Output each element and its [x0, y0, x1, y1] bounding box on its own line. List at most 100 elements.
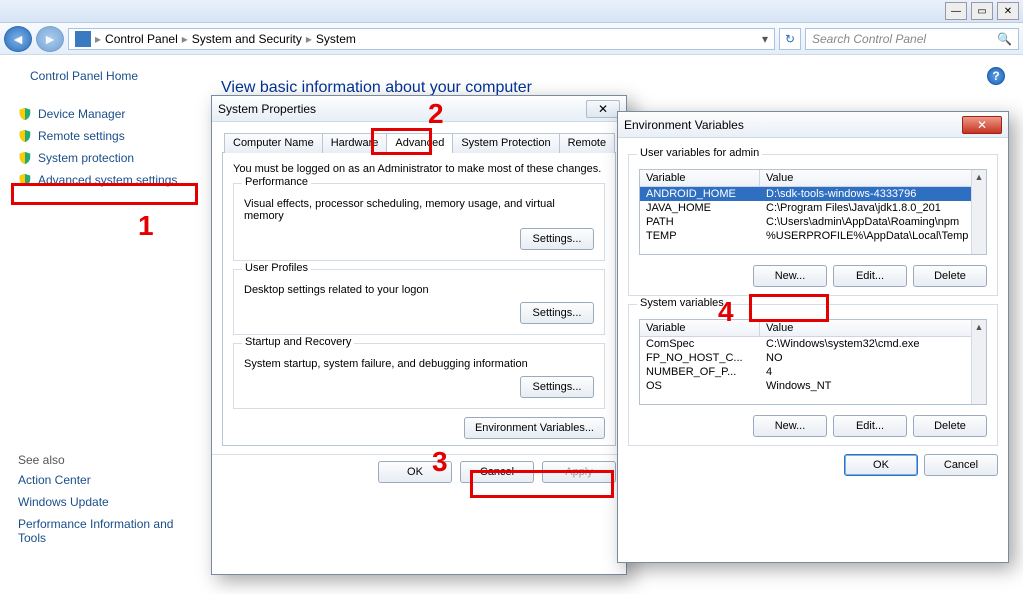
sidebar: Control Panel Home Device Manager Remote…: [0, 55, 201, 594]
startup-recovery-group: Startup and Recovery System startup, sys…: [233, 343, 605, 409]
user-profiles-group: User Profiles Desktop settings related t…: [233, 269, 605, 335]
system-edit-button[interactable]: Edit...: [833, 415, 907, 437]
sidebar-item-windows-update[interactable]: Windows Update: [0, 491, 201, 513]
address-bar[interactable]: ▸ Control Panel ▸ System and Security ▸ …: [68, 28, 775, 50]
list-row[interactable]: ANDROID_HOMED:\sdk-tools-windows-4333796: [640, 187, 986, 201]
refresh-button[interactable]: ↻: [779, 28, 801, 50]
list-row[interactable]: ComSpecC:\Windows\system32\cmd.exe: [640, 337, 986, 351]
chevron-right-icon: ▸: [306, 32, 312, 46]
dialog-title: System Properties: [218, 102, 316, 116]
list-row[interactable]: PATHC:\Users\admin\AppData\Roaming\npm: [640, 215, 986, 229]
sidebar-item-label: Advanced system settings: [38, 173, 177, 187]
tab-remote[interactable]: Remote: [559, 133, 616, 153]
performance-desc: Visual effects, processor scheduling, me…: [244, 198, 594, 222]
list-row[interactable]: NUMBER_OF_P...4: [640, 365, 986, 379]
performance-settings-button[interactable]: Settings...: [520, 228, 594, 250]
group-legend: Startup and Recovery: [242, 336, 354, 348]
annotation-marker-3: 3: [432, 446, 448, 478]
group-legend: Performance: [242, 176, 311, 188]
tab-hardware[interactable]: Hardware: [322, 133, 388, 153]
user-edit-button[interactable]: Edit...: [833, 265, 907, 287]
sidebar-item-action-center[interactable]: Action Center: [0, 469, 201, 491]
dialog-footer: OK Cancel Apply: [212, 454, 626, 489]
shield-icon: [18, 107, 32, 121]
environment-variables-button[interactable]: Environment Variables...: [464, 417, 605, 439]
dialog-titlebar: System Properties ✕: [212, 96, 626, 122]
annotation-marker-2: 2: [428, 98, 444, 130]
see-also-heading: See also: [0, 445, 201, 469]
sidebar-item-label: Remote settings: [38, 129, 125, 143]
shield-icon: [18, 151, 32, 165]
sidebar-item-device-manager[interactable]: Device Manager: [0, 103, 201, 125]
forward-button[interactable]: ►: [36, 26, 64, 52]
profiles-settings-button[interactable]: Settings...: [520, 302, 594, 324]
startup-desc: System startup, system failure, and debu…: [244, 358, 594, 370]
system-delete-button[interactable]: Delete: [913, 415, 987, 437]
breadcrumb[interactable]: System: [316, 32, 356, 46]
sidebar-item-label: Performance Information and Tools: [18, 517, 191, 545]
column-value[interactable]: Value: [760, 320, 986, 336]
annotation-marker-1: 1: [138, 210, 154, 242]
back-button[interactable]: ◄: [4, 26, 32, 52]
column-variable[interactable]: Variable: [640, 320, 760, 336]
annotation-marker-4: 4: [718, 296, 734, 328]
sidebar-item-advanced-system-settings[interactable]: Advanced system settings: [0, 169, 201, 191]
sidebar-item-performance-info[interactable]: Performance Information and Tools: [0, 513, 201, 549]
close-button[interactable]: ✕: [997, 2, 1019, 20]
profiles-desc: Desktop settings related to your logon: [244, 284, 594, 296]
user-variables-list[interactable]: Variable Value ANDROID_HOMED:\sdk-tools-…: [639, 169, 987, 255]
sidebar-item-label: Windows Update: [18, 495, 109, 509]
apply-button[interactable]: Apply: [542, 461, 616, 483]
minimize-button[interactable]: —: [945, 2, 967, 20]
cancel-button[interactable]: Cancel: [460, 461, 534, 483]
tab-system-protection[interactable]: System Protection: [452, 133, 559, 153]
chevron-right-icon: ▸: [182, 32, 188, 46]
search-placeholder: Search Control Panel: [812, 32, 926, 46]
user-delete-button[interactable]: Delete: [913, 265, 987, 287]
tab-computer-name[interactable]: Computer Name: [224, 133, 323, 153]
list-row[interactable]: TEMP%USERPROFILE%\AppData\Local\Temp: [640, 229, 986, 243]
tabstrip: Computer Name Hardware Advanced System P…: [222, 132, 616, 153]
close-button[interactable]: ✕: [962, 116, 1002, 134]
close-button[interactable]: ✕: [586, 100, 620, 118]
group-legend: User Profiles: [242, 262, 311, 274]
group-legend: System variables: [637, 297, 727, 309]
list-row[interactable]: FP_NO_HOST_C...NO: [640, 351, 986, 365]
shield-icon: [18, 173, 32, 187]
location-icon: [75, 31, 91, 47]
shield-icon: [18, 129, 32, 143]
toolbar: ◄ ► ▸ Control Panel ▸ System and Securit…: [0, 23, 1023, 55]
list-header: Variable Value: [640, 320, 986, 337]
search-input[interactable]: Search Control Panel 🔍: [805, 28, 1019, 50]
sidebar-item-system-protection[interactable]: System protection: [0, 147, 201, 169]
list-row[interactable]: JAVA_HOMEC:\Program Files\Java\jdk1.8.0_…: [640, 201, 986, 215]
maximize-button[interactable]: ▭: [971, 2, 993, 20]
startup-settings-button[interactable]: Settings...: [520, 376, 594, 398]
list-row[interactable]: OSWindows_NT: [640, 379, 986, 393]
tab-advanced[interactable]: Advanced: [386, 133, 453, 153]
system-new-button[interactable]: New...: [753, 415, 827, 437]
breadcrumb[interactable]: Control Panel: [105, 32, 178, 46]
column-variable[interactable]: Variable: [640, 170, 760, 186]
cancel-button[interactable]: Cancel: [924, 454, 998, 476]
scrollbar[interactable]: ▲: [971, 320, 986, 404]
sidebar-item-label: System protection: [38, 151, 134, 165]
breadcrumb[interactable]: System and Security: [192, 32, 302, 46]
help-icon[interactable]: ?: [987, 67, 1005, 85]
scrollbar[interactable]: ▲: [971, 170, 986, 254]
admin-note: You must be logged on as an Administrato…: [233, 163, 605, 175]
chevron-right-icon: ▸: [95, 32, 101, 46]
dropdown-icon[interactable]: ▾: [762, 32, 768, 46]
system-variables-group: System variables Variable Value ComSpecC…: [628, 304, 998, 446]
system-properties-dialog: System Properties ✕ Computer Name Hardwa…: [211, 95, 627, 575]
sidebar-item-label: Device Manager: [38, 107, 125, 121]
performance-group: Performance Visual effects, processor sc…: [233, 183, 605, 261]
ok-button[interactable]: OK: [844, 454, 918, 476]
list-header: Variable Value: [640, 170, 986, 187]
column-value[interactable]: Value: [760, 170, 986, 186]
sidebar-item-remote-settings[interactable]: Remote settings: [0, 125, 201, 147]
user-new-button[interactable]: New...: [753, 265, 827, 287]
control-panel-home-link[interactable]: Control Panel Home: [0, 65, 201, 89]
system-variables-list[interactable]: Variable Value ComSpecC:\Windows\system3…: [639, 319, 987, 405]
environment-variables-dialog: Environment Variables ✕ User variables f…: [617, 111, 1009, 563]
